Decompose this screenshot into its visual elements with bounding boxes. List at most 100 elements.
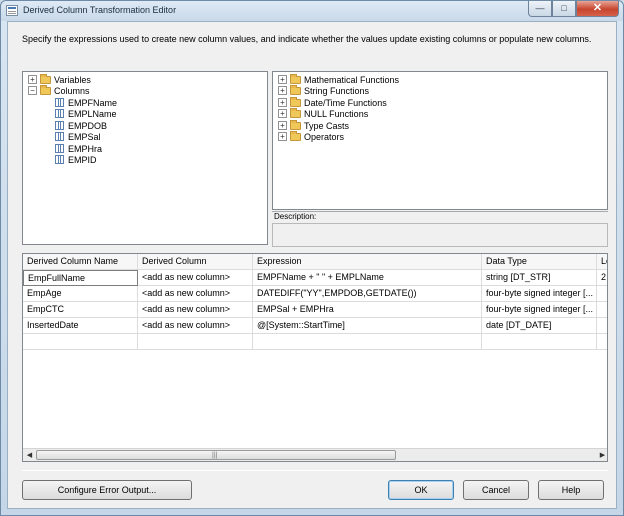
column-icon <box>55 144 64 153</box>
folder-icon <box>290 73 301 84</box>
derived-column-name-cell[interactable]: EmpAge <box>23 286 138 302</box>
tree-node-columns[interactable]: − Columns <box>28 84 90 96</box>
tree-leaf-column[interactable]: EMPHra <box>55 143 102 154</box>
data-type-cell[interactable]: four-byte signed integer [... <box>482 286 597 302</box>
length-cell[interactable] <box>597 318 607 334</box>
expand-plus-icon[interactable]: + <box>278 109 287 118</box>
configure-error-output-button[interactable]: Configure Error Output... <box>22 480 192 500</box>
data-type-cell[interactable] <box>482 334 597 350</box>
tree-node-label: String Functions <box>304 85 370 96</box>
minimize-button[interactable]: — <box>528 1 552 17</box>
folder-icon <box>290 107 301 118</box>
tree-leaf-column[interactable]: EMPDOB <box>55 120 107 131</box>
expand-plus-icon[interactable]: + <box>278 86 287 95</box>
tree-node-function-category[interactable]: + Mathematical Functions <box>278 73 399 85</box>
length-cell[interactable]: 2 <box>597 270 607 286</box>
help-button[interactable]: Help <box>538 480 604 500</box>
tree-node-label: Columns <box>54 85 90 96</box>
derived-column-name-cell[interactable]: EmpCTC <box>23 302 138 318</box>
tree-node-label: Variables <box>54 74 91 85</box>
tree-node-function-category[interactable]: + NULL Functions <box>278 107 369 119</box>
tree-node-function-category[interactable]: + Type Casts <box>278 119 350 131</box>
data-type-cell[interactable]: four-byte signed integer [... <box>482 302 597 318</box>
tree-node-function-category[interactable]: + Operators <box>278 130 345 142</box>
caption-buttons: — □ ✕ <box>528 1 619 18</box>
description-box <box>272 223 608 247</box>
tree-node-function-category[interactable]: + String Functions <box>278 84 370 96</box>
tree-leaf-column[interactable]: EMPFName <box>55 97 117 108</box>
close-button[interactable]: ✕ <box>576 1 619 17</box>
tree-node-variables[interactable]: + Variables <box>28 73 91 85</box>
tree-leaf-column[interactable]: EMPID <box>55 154 97 165</box>
tree-node-label: Operators <box>304 131 345 142</box>
derived-column-name-cell[interactable]: EmpFullName <box>23 270 138 286</box>
expression-cell[interactable]: EMPFName + " " + EMPLName <box>253 270 482 286</box>
scroll-left-icon[interactable]: ◀ <box>24 450 35 461</box>
column-header-derived-column[interactable]: Derived Column <box>138 254 253 270</box>
tree-leaf-column[interactable]: EMPLName <box>55 108 117 119</box>
derived-column-name-cell[interactable]: InsertedDate <box>23 318 138 334</box>
expression-cell[interactable]: DATEDIFF("YY",EMPDOB,GETDATE()) <box>253 286 482 302</box>
derived-column-cell[interactable]: <add as new column> <box>138 286 253 302</box>
folder-icon <box>290 84 301 95</box>
expression-cell[interactable]: EMPSal + EMPHra <box>253 302 482 318</box>
column-header-length[interactable]: Le <box>597 254 607 270</box>
derived-column-cell[interactable] <box>138 334 253 350</box>
table-row[interactable]: EmpFullName <add as new column> EMPFName… <box>23 270 607 286</box>
length-cell[interactable] <box>597 334 607 350</box>
collapse-minus-icon[interactable]: − <box>28 86 37 95</box>
derived-column-cell[interactable]: <add as new column> <box>138 270 253 286</box>
data-type-cell[interactable]: date [DT_DATE] <box>482 318 597 334</box>
tree-node-label: Type Casts <box>304 120 350 131</box>
length-cell[interactable] <box>597 286 607 302</box>
tree-node-label: Date/Time Functions <box>304 97 387 108</box>
table-row[interactable]: EmpCTC <add as new column> EMPSal + EMPH… <box>23 302 607 318</box>
length-cell[interactable] <box>597 302 607 318</box>
derived-columns-grid[interactable]: Derived Column Name Derived Column Expre… <box>22 253 608 462</box>
input-columns-tree[interactable]: + Variables − Columns EMPFName EMPLName … <box>22 71 268 245</box>
column-icon <box>55 109 64 118</box>
folder-icon <box>290 130 301 141</box>
functions-tree[interactable]: + Mathematical Functions + String Functi… <box>272 71 608 210</box>
expression-cell[interactable] <box>253 334 482 350</box>
horizontal-scrollbar[interactable]: ◀ ||| ▶ <box>23 448 607 461</box>
expand-plus-icon[interactable]: + <box>278 98 287 107</box>
maximize-button[interactable]: □ <box>552 1 576 17</box>
column-label: EMPHra <box>68 143 103 154</box>
title-bar[interactable]: Derived Column Transformation Editor — □… <box>1 1 623 21</box>
column-icon <box>55 121 64 130</box>
expand-plus-icon[interactable]: + <box>278 121 287 130</box>
derived-column-cell[interactable]: <add as new column> <box>138 318 253 334</box>
column-header-expression[interactable]: Expression <box>253 254 482 270</box>
derived-column-name-cell[interactable] <box>23 334 138 350</box>
tree-leaf-column[interactable]: EMPSal <box>55 131 101 142</box>
column-header-derived-column-name[interactable]: Derived Column Name <box>23 254 138 270</box>
grip-icon: ||| <box>212 452 218 459</box>
tree-node-label: NULL Functions <box>304 108 369 119</box>
column-header-data-type[interactable]: Data Type <box>482 254 597 270</box>
close-icon: ✕ <box>592 2 603 14</box>
column-icon <box>55 98 64 107</box>
expand-plus-icon[interactable]: + <box>278 75 287 84</box>
table-row[interactable]: EmpAge <add as new column> DATEDIFF("YY"… <box>23 286 607 302</box>
table-row[interactable]: InsertedDate <add as new column> @[Syste… <box>23 318 607 334</box>
derived-column-cell[interactable]: <add as new column> <box>138 302 253 318</box>
ok-button[interactable]: OK <box>388 480 454 500</box>
column-label: EMPID <box>68 154 97 165</box>
scrollbar-thumb[interactable]: ||| <box>36 450 396 460</box>
column-icon <box>55 132 64 141</box>
expression-cell[interactable]: @[System::StartTime] <box>253 318 482 334</box>
column-label: EMPDOB <box>68 120 108 131</box>
scroll-right-icon[interactable]: ▶ <box>597 450 607 461</box>
instructions-text: Specify the expressions used to create n… <box>22 34 592 44</box>
maximize-icon: □ <box>561 3 567 13</box>
table-row-empty[interactable] <box>23 334 607 350</box>
data-type-cell[interactable]: string [DT_STR] <box>482 270 597 286</box>
description-label: Description: <box>272 211 608 222</box>
grid-header-row: Derived Column Name Derived Column Expre… <box>23 254 607 270</box>
cancel-button[interactable]: Cancel <box>463 480 529 500</box>
tree-node-function-category[interactable]: + Date/Time Functions <box>278 96 387 108</box>
expand-plus-icon[interactable]: + <box>278 132 287 141</box>
expand-plus-icon[interactable]: + <box>28 75 37 84</box>
folder-open-icon <box>40 84 51 95</box>
